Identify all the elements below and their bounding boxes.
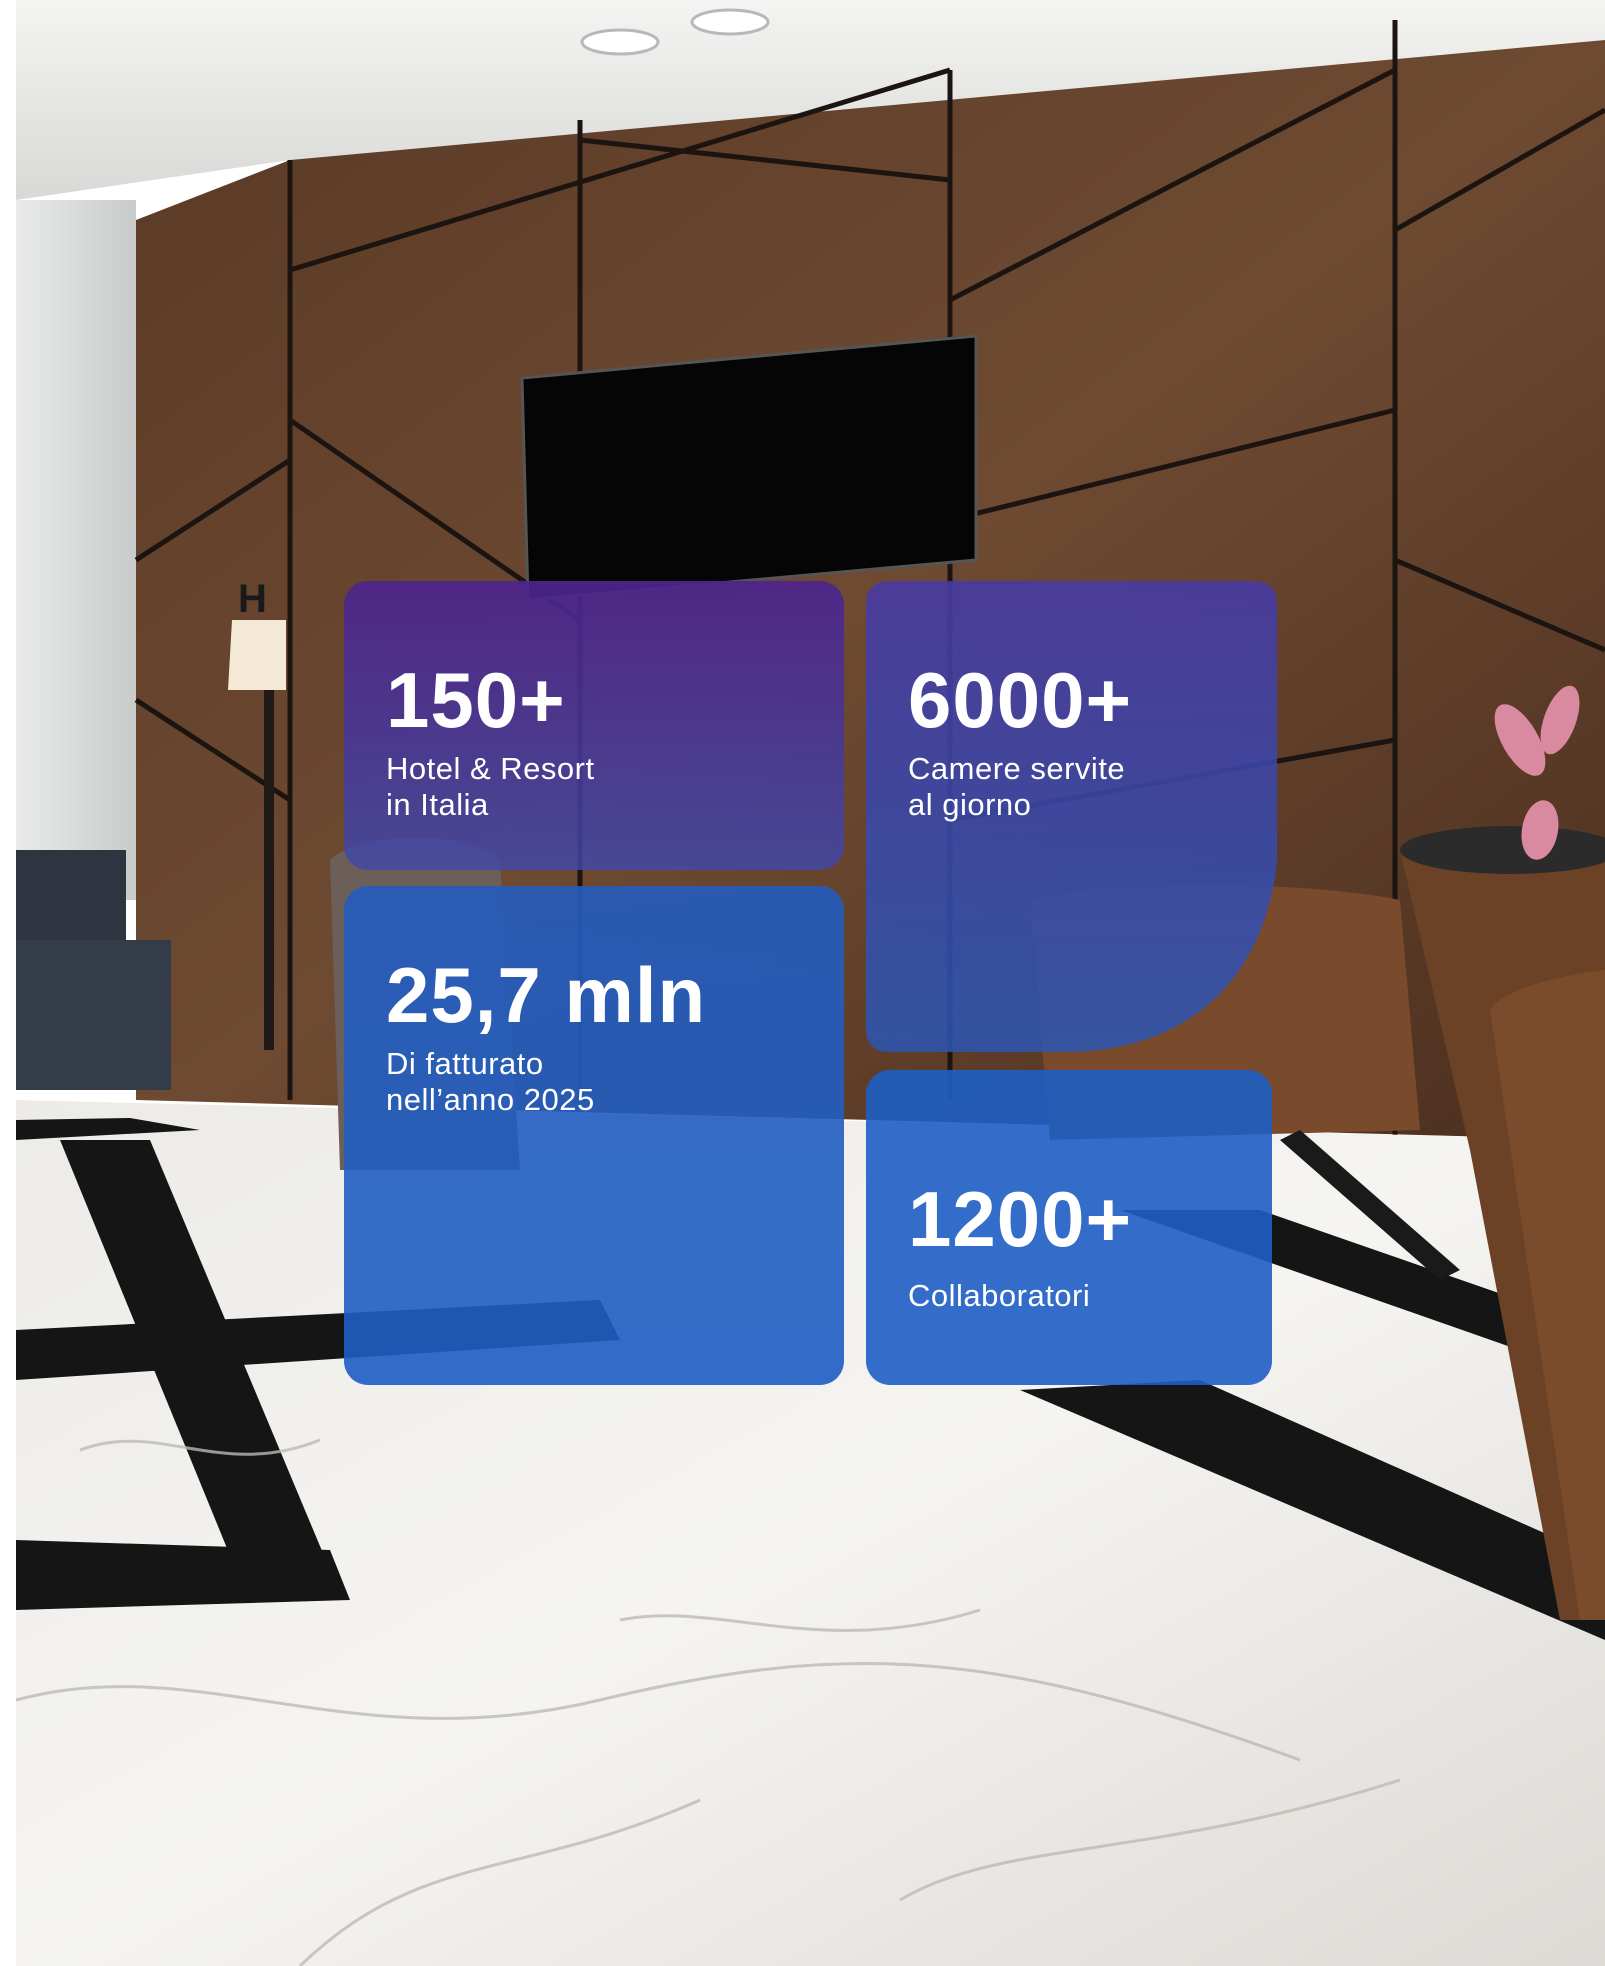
- stat-value: 6000+: [908, 656, 1133, 744]
- stat-label: Di fatturato nell’anno 2025: [386, 1046, 595, 1117]
- svg-text:H: H: [238, 577, 267, 621]
- stat-card-hotels: 150+ Hotel & Resort in Italia: [344, 581, 844, 870]
- stat-card-staff: 1200+ Collaboratori: [866, 1070, 1272, 1385]
- stat-value: 150+: [386, 656, 566, 744]
- stat-value: 1200+: [908, 1175, 1133, 1263]
- stat-label: Collaboratori: [908, 1278, 1091, 1313]
- stat-label: Hotel & Resort in Italia: [386, 751, 595, 822]
- stat-card-revenue: 25,7 mln Di fatturato nell’anno 2025: [344, 886, 844, 1385]
- stat-value: 25,7 mln: [386, 951, 707, 1039]
- page: H 150+ Hotel & Resort in Italia 6000+ Ca…: [0, 0, 1605, 1966]
- stat-label: Camere servite al giorno: [908, 751, 1126, 822]
- stat-card-rooms: 6000+ Camere servite al giorno: [866, 581, 1277, 1052]
